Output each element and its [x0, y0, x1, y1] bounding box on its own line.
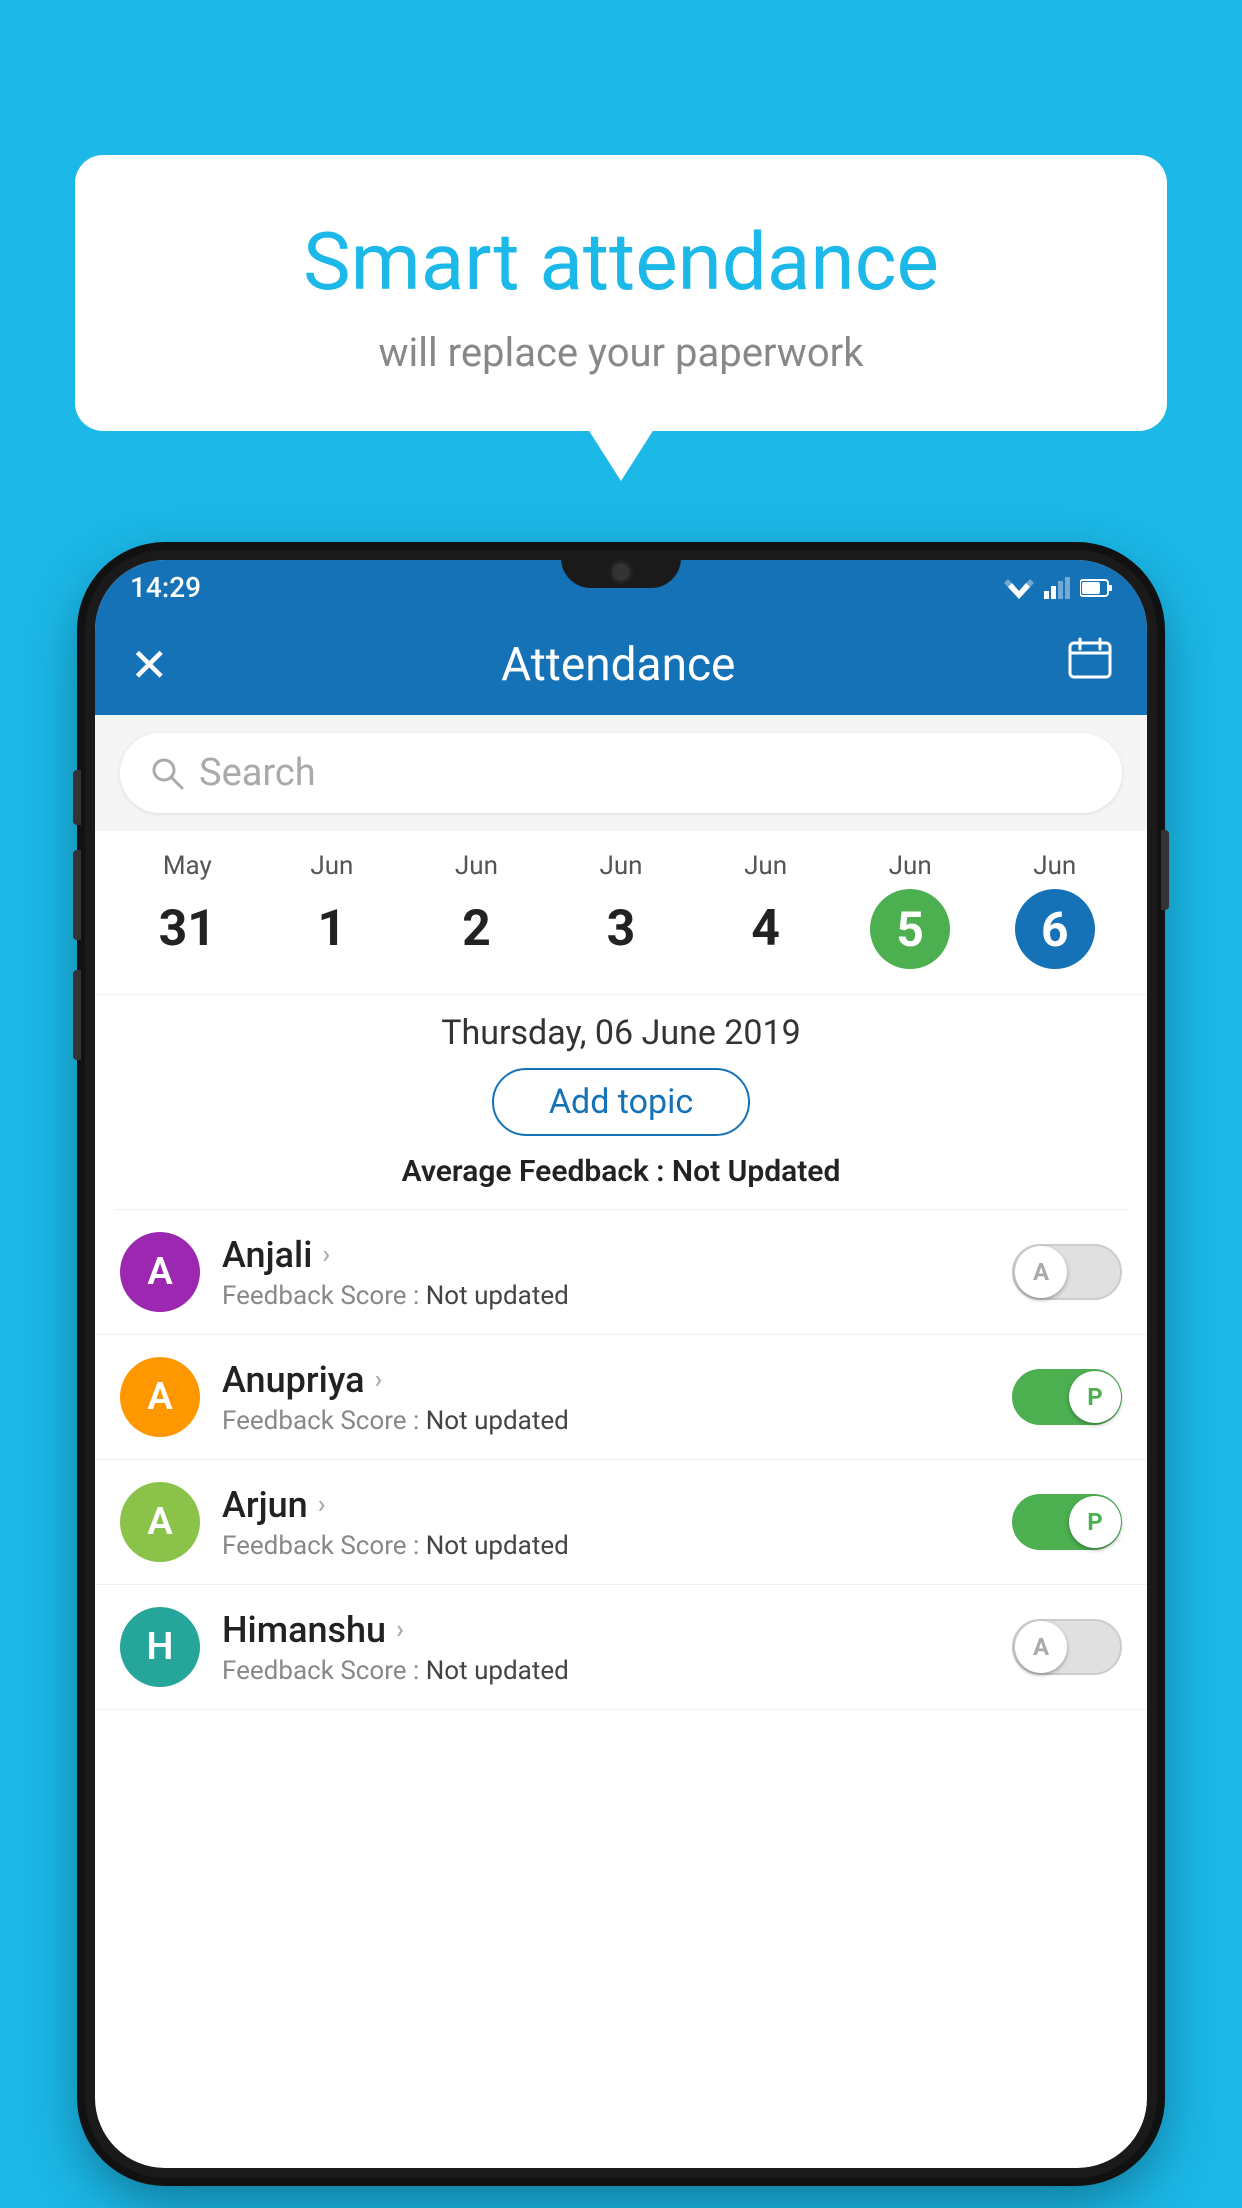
- avatar-himanshu: H: [120, 1607, 200, 1687]
- date-info-section: Thursday, 06 June 2019 Add topic Average…: [95, 994, 1147, 1209]
- date-1[interactable]: 1: [260, 900, 405, 958]
- chevron-icon: ›: [396, 1615, 404, 1645]
- month-jun5: Jun: [838, 851, 983, 881]
- feedback-anjali: Feedback Score : Not updated: [222, 1281, 990, 1311]
- month-may: May: [115, 851, 260, 881]
- student-name-anjali: Anjali ›: [222, 1234, 990, 1276]
- speech-bubble: Smart attendance will replace your paper…: [75, 155, 1167, 431]
- student-item-himanshu[interactable]: H Himanshu › Feedback Score : Not update…: [95, 1585, 1147, 1710]
- signal-icon: [1044, 577, 1070, 599]
- month-jun6: Jun: [982, 851, 1127, 881]
- status-icons: [1004, 577, 1112, 599]
- date-4[interactable]: 4: [693, 900, 838, 958]
- volume-up-button: [73, 770, 81, 825]
- date-3[interactable]: 3: [549, 900, 694, 958]
- student-name-himanshu: Himanshu ›: [222, 1609, 990, 1651]
- toggle-thumb-himanshu: A: [1015, 1621, 1067, 1673]
- chevron-icon: ›: [318, 1490, 326, 1520]
- month-jun1: Jun: [260, 851, 405, 881]
- app-bar: ✕ Attendance: [95, 615, 1147, 715]
- toggle-himanshu[interactable]: A: [1012, 1619, 1122, 1675]
- phone-screen: 14:29: [95, 560, 1147, 2168]
- chevron-icon: ›: [322, 1240, 330, 1270]
- phone-notch: [561, 550, 681, 588]
- chevron-icon: ›: [375, 1365, 383, 1395]
- calendar-icon[interactable]: [1068, 637, 1112, 693]
- toggle-anjali[interactable]: A: [1012, 1244, 1122, 1300]
- toggle-thumb-anupriya: P: [1069, 1371, 1121, 1423]
- student-name-arjun: Arjun ›: [222, 1484, 990, 1526]
- silent-button: [73, 970, 81, 1060]
- search-bar[interactable]: Search: [120, 733, 1122, 813]
- feedback-anupriya: Feedback Score : Not updated: [222, 1406, 990, 1436]
- power-button: [1161, 830, 1169, 910]
- student-item-anupriya[interactable]: A Anupriya › Feedback Score : Not update…: [95, 1335, 1147, 1460]
- student-info-anjali: Anjali › Feedback Score : Not updated: [222, 1234, 990, 1311]
- feedback-himanshu: Feedback Score : Not updated: [222, 1656, 990, 1686]
- volume-down-button: [73, 850, 81, 940]
- feedback-arjun: Feedback Score : Not updated: [222, 1531, 990, 1561]
- avatar-anupriya: A: [120, 1357, 200, 1437]
- phone-frame: 14:29: [85, 550, 1157, 2178]
- student-name-anupriya: Anupriya ›: [222, 1359, 990, 1401]
- date-31[interactable]: 31: [115, 900, 260, 958]
- toggle-thumb-arjun: P: [1069, 1496, 1121, 1548]
- search-container: Search: [95, 715, 1147, 831]
- student-info-anupriya: Anupriya › Feedback Score : Not updated: [222, 1359, 990, 1436]
- search-placeholder: Search: [199, 751, 316, 795]
- toggle-anupriya[interactable]: P: [1012, 1369, 1122, 1425]
- student-info-arjun: Arjun › Feedback Score : Not updated: [222, 1484, 990, 1561]
- date-row: 31 1 2 3 4 5: [95, 881, 1147, 984]
- search-icon: [150, 756, 184, 790]
- date-6[interactable]: 6: [982, 889, 1127, 969]
- toggle-thumb-anjali: A: [1015, 1246, 1067, 1298]
- month-jun2: Jun: [404, 851, 549, 881]
- toggle-arjun[interactable]: P: [1012, 1494, 1122, 1550]
- calendar-section: May Jun Jun Jun Jun Jun Jun: [95, 831, 1147, 994]
- bubble-subtitle: will replace your paperwork: [135, 329, 1107, 376]
- status-time: 14:29: [130, 571, 201, 604]
- student-item-arjun[interactable]: A Arjun › Feedback Score : Not updated P: [95, 1460, 1147, 1585]
- avatar-anjali: A: [120, 1232, 200, 1312]
- add-topic-button[interactable]: Add topic: [492, 1068, 750, 1136]
- date-5[interactable]: 5: [838, 889, 983, 969]
- date-2[interactable]: 2: [404, 900, 549, 958]
- front-camera: [609, 560, 633, 584]
- month-jun3: Jun: [549, 851, 694, 881]
- wifi-icon: [1004, 577, 1034, 599]
- student-item-anjali[interactable]: A Anjali › Feedback Score : Not updated …: [95, 1210, 1147, 1335]
- student-info-himanshu: Himanshu › Feedback Score : Not updated: [222, 1609, 990, 1686]
- app-bar-title: Attendance: [169, 638, 1068, 692]
- bubble-title: Smart attendance: [135, 215, 1107, 309]
- selected-date: Thursday, 06 June 2019: [95, 1013, 1147, 1053]
- month-row: May Jun Jun Jun Jun Jun Jun: [95, 851, 1147, 881]
- close-icon[interactable]: ✕: [130, 638, 169, 693]
- month-jun4: Jun: [693, 851, 838, 881]
- battery-icon: [1080, 577, 1112, 599]
- avatar-arjun: A: [120, 1482, 200, 1562]
- avg-feedback: Average Feedback : Not Updated: [95, 1154, 1147, 1189]
- student-list: A Anjali › Feedback Score : Not updated …: [95, 1210, 1147, 1710]
